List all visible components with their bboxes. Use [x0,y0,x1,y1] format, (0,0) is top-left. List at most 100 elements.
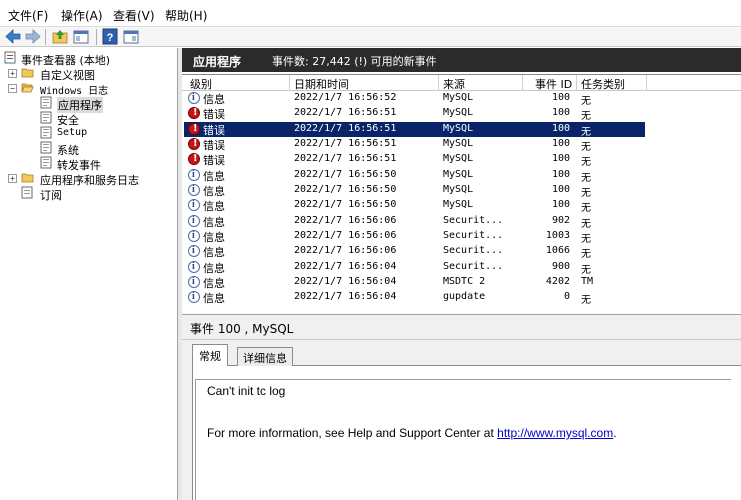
cell-category: 无 [581,203,591,215]
show-hide-tree-icon[interactable] [72,28,90,45]
cell-source: MySQL [443,137,474,149]
cell-datetime: 2022/1/7 16:56:50 [294,183,397,195]
column-divider[interactable] [646,75,647,91]
cell-category: 无 [581,141,591,153]
cell-event-id: 1003 [545,229,570,241]
cell-category: 无 [581,96,591,107]
tree-item-security[interactable]: 安全 [40,111,170,127]
cell-datetime: 2022/1/7 16:56:51 [294,137,397,149]
cell-category: TM [581,275,594,287]
tree-item-windows-logs[interactable]: − Windows 日志 [8,81,168,97]
cell-category: 无 [581,295,591,307]
info-icon [188,229,200,242]
column-divider[interactable] [289,75,290,91]
toolbar: ? [0,27,741,47]
cell-event-id: 902 [551,214,570,226]
cell-event-id: 900 [551,260,570,272]
tree-item-app-services-logs[interactable]: + 应用程序和服务日志 [8,171,176,187]
cell-source: MySQL [443,153,474,165]
properties-icon[interactable] [122,28,140,45]
log-title: 应用程序 [193,55,242,69]
menu-file[interactable]: 文件(F) [8,7,48,24]
info-icon [188,183,200,196]
cell-source: Securit... [443,229,504,241]
cell-level: 信息 [203,184,225,198]
column-divider[interactable] [438,75,439,91]
cell-category: 无 [581,111,591,123]
folder-icon [21,173,34,183]
cell-event-id: 0 [563,291,570,303]
tree-item-label: Windows 日志 [40,86,109,97]
table-row[interactable]: 信息 2022/1/7 16:56:04 MSDTC 2 4202 TM [184,275,645,290]
table-row[interactable]: 信息 2022/1/7 16:56:50 MySQL 100 无 [184,183,645,199]
table-row[interactable]: 信息 2022/1/7 16:56:06 Securit... 1066 无 [184,244,645,261]
log-icon [40,141,52,154]
info-icon [188,214,200,227]
back-arrow-icon[interactable] [4,28,22,45]
table-row[interactable]: 信息 2022/1/7 16:56:50 MySQL 100 无 [184,198,645,215]
cell-datetime: 2022/1/7 16:56:51 [294,153,397,165]
column-level[interactable]: 级别 [190,76,212,92]
cell-category: 无 [581,249,591,261]
menu-view[interactable]: 查看(V) [113,7,155,24]
forward-arrow-icon[interactable] [24,28,42,45]
table-row[interactable]: 错误 2022/1/7 16:56:51 MySQL 100 无 [184,152,645,169]
expand-icon[interactable]: + [8,69,17,78]
tree-item-forwarded-events[interactable]: 转发事件 [40,156,170,172]
table-row[interactable]: 错误 2022/1/7 16:56:51 MySQL 100 无 [184,106,645,123]
table-row[interactable]: 信息 2022/1/7 16:56:04 Securit... 900 无 [184,260,645,276]
tab-general[interactable]: 常规 [192,344,228,366]
up-folder-icon[interactable] [51,28,69,45]
event-help-text: For more information, see Help and Suppo… [207,426,617,440]
cell-event-id: 1066 [545,245,570,257]
tree-item-application[interactable]: 应用程序 [40,96,170,113]
collapse-icon[interactable]: − [8,84,17,93]
tab-details[interactable]: 详细信息 [237,347,293,366]
column-event-id[interactable]: 事件 ID [535,76,572,92]
cell-source: MySQL [443,107,474,119]
table-row[interactable]: 错误 2022/1/7 16:56:51 MySQL 100 无 [184,121,645,138]
help-text-suffix: . [613,426,617,440]
cell-datetime: 2022/1/7 16:56:51 [294,107,397,119]
log-header: 应用程序 事件数: 27,442 (!) 可用的新事件 [182,48,741,72]
help-icon[interactable]: ? [101,28,119,45]
cell-datetime: 2022/1/7 16:56:04 [294,291,397,303]
cell-source: MSDTC 2 [443,275,486,287]
column-datetime[interactable]: 日期和时间 [294,76,349,92]
menu-help[interactable]: 帮助(H) [165,7,207,24]
table-row[interactable]: 信息 2022/1/7 16:56:04 gupdate 0无 [184,290,645,307]
cell-level: 信息 [203,276,225,290]
tree-item-system[interactable]: 系统 [40,141,170,157]
folder-icon [21,68,34,78]
menu-action[interactable]: 操作(A) [61,7,103,24]
cell-category: 无 [581,126,591,138]
cell-event-id: 100 [551,92,570,103]
column-divider[interactable] [576,75,577,91]
cell-source: Securit... [443,214,504,226]
table-row[interactable]: 信息 2022/1/7 16:56:06 Securit... 1003 无 [184,229,645,245]
tree-item-subscriptions[interactable]: 订阅 [8,186,168,202]
cell-category: 无 [581,157,591,169]
log-icon [40,111,52,124]
column-divider[interactable] [522,75,523,91]
expand-icon[interactable]: + [8,174,17,183]
column-source[interactable]: 来源 [443,76,465,92]
cell-event-id: 100 [551,183,570,195]
help-text-prefix: For more information, see Help and Suppo… [207,426,498,440]
help-link[interactable]: http://www.mysql.com [497,426,613,440]
tree-item-label: 订阅 [40,189,62,202]
tree-item-setup[interactable]: Setup [40,126,170,141]
table-row[interactable]: 信息 2022/1/7 16:56:50 MySQL 100 无 [184,168,645,184]
info-icon [188,260,200,273]
table-row[interactable]: 信息 2022/1/7 16:56:06 Securit... 902 无 [184,214,645,230]
column-category[interactable]: 任务类别 [581,76,625,92]
open-folder-icon [21,83,34,93]
error-icon [188,122,200,135]
tree-item-custom-views[interactable]: + 自定义视图 [8,66,168,82]
tree-root[interactable]: 事件查看器 (本地) [4,51,174,67]
cell-event-id: 100 [551,168,570,180]
table-row[interactable]: 信息 2022/1/7 16:56:52 MySQL 100 无 [184,91,645,107]
table-row[interactable]: 错误 2022/1/7 16:56:51 MySQL 100 无 [184,137,645,153]
cell-datetime: 2022/1/7 16:56:06 [294,245,397,257]
cell-source: Securit... [443,245,504,257]
